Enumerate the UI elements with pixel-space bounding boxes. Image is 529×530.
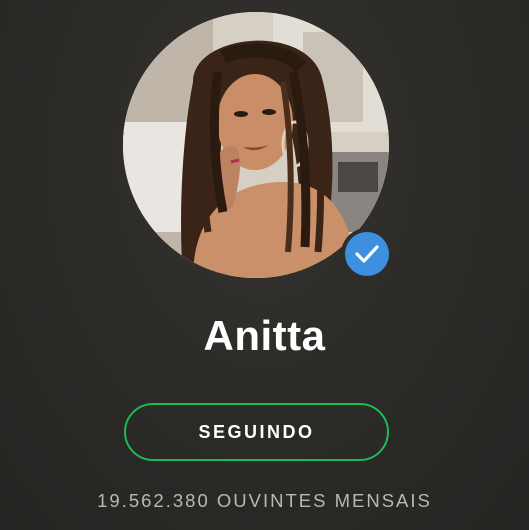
verified-badge xyxy=(341,228,393,280)
following-button[interactable]: SEGUINDO xyxy=(124,403,389,461)
verified-check-icon xyxy=(345,232,389,276)
artist-profile-screen: Anitta SEGUINDO 19.562.380 OUVINTES MENS… xyxy=(0,0,529,530)
artist-name: Anitta xyxy=(203,312,326,359)
artist-avatar-container xyxy=(123,12,393,280)
monthly-listeners: 19.562.380 OUVINTES MENSAIS xyxy=(97,490,432,511)
